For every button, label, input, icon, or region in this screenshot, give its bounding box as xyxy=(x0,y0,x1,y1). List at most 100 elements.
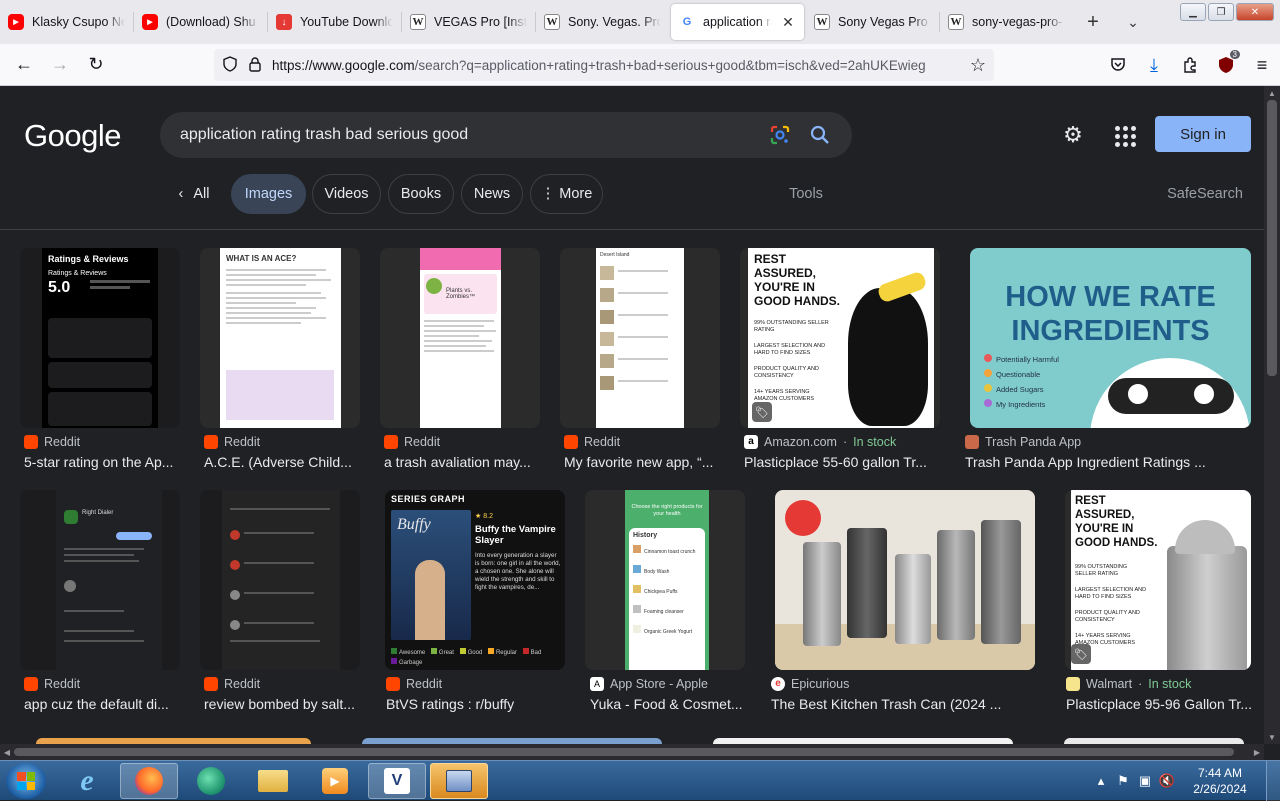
scroll-down-arrow-icon[interactable]: ▼ xyxy=(1264,730,1280,744)
scroll-up-arrow-icon[interactable]: ▲ xyxy=(1264,86,1280,100)
downloads-icon[interactable]: ⤓ xyxy=(1136,47,1172,83)
bookmark-star-icon[interactable]: ☆ xyxy=(970,55,986,76)
vertical-scrollbar[interactable]: ▲ ▼ xyxy=(1264,86,1280,744)
result-image[interactable]: Plants vs. Zombies™ xyxy=(380,248,540,428)
forward-button[interactable]: → xyxy=(42,47,78,83)
lock-icon[interactable] xyxy=(248,56,262,75)
chevron-left-icon: ‹ xyxy=(178,186,184,202)
chip-books[interactable]: Books xyxy=(388,174,454,214)
chip-videos[interactable]: Videos xyxy=(312,174,381,214)
chip-all[interactable]: ‹ All xyxy=(164,174,224,214)
result-image[interactable]: Right Dialer xyxy=(20,490,180,670)
taskbar-vegas-pro[interactable]: V xyxy=(368,763,426,799)
result-image[interactable]: SERIES GRAPH Buffy ★ 8.2 Buffy the Vampi… xyxy=(385,490,565,670)
youtube-icon xyxy=(142,14,158,30)
header-divider xyxy=(0,229,1264,230)
reddit-icon xyxy=(24,435,38,449)
search-box[interactable]: application rating trash bad serious goo… xyxy=(160,112,852,158)
start-button[interactable] xyxy=(6,763,46,799)
price-tag-icon: 🏷 xyxy=(752,402,772,422)
result-image[interactable]: Ratings & Reviews Ratings & Reviews 5.0 xyxy=(20,248,180,428)
search-icon[interactable] xyxy=(808,123,832,147)
tools-button[interactable]: Tools xyxy=(776,174,836,214)
tab-vegas-pro-install[interactable]: W VEGAS Pro [Insta xyxy=(402,0,535,44)
youtube-icon xyxy=(8,14,24,30)
result-image[interactable] xyxy=(775,490,1035,670)
reddit-icon xyxy=(384,435,398,449)
internet-explorer-icon: e xyxy=(80,764,94,797)
horizontal-scroll-thumb[interactable] xyxy=(14,748,1234,756)
google-logo[interactable]: Google xyxy=(24,118,121,154)
chip-news[interactable]: News xyxy=(461,174,523,214)
taskbar-media-player[interactable]: ▶ xyxy=(306,763,364,799)
show-desktop-button[interactable] xyxy=(1266,761,1280,801)
tab-klasky[interactable]: Klasky Csupo Ne xyxy=(0,0,133,44)
result-image[interactable]: WHAT IS AN ACE? xyxy=(200,248,360,428)
epicurious-icon: e xyxy=(771,677,785,691)
windows-taskbar: e ▶ V ▴ ⚑ ▣ 🔇 7:44 AM 2/26/2024 xyxy=(0,760,1280,801)
system-tray: ▴ ⚑ ▣ 🔇 7:44 AM 2/26/2024 xyxy=(1090,761,1280,801)
scroll-right-arrow-icon[interactable]: ▶ xyxy=(1250,744,1264,760)
result-image[interactable]: HOW WE RATE INGREDIENTS Potentially Harm… xyxy=(970,248,1251,428)
result-image[interactable]: Choose the right products for your healt… xyxy=(585,490,745,670)
tab-youtube-downloader[interactable]: YouTube Downlo xyxy=(268,0,401,44)
extensions-icon[interactable] xyxy=(1172,47,1208,83)
result-image[interactable] xyxy=(200,490,360,670)
tab-download-shu[interactable]: (Download) Shu xyxy=(134,0,267,44)
chat-bubble-icon xyxy=(197,767,225,795)
download-app-icon xyxy=(276,14,292,30)
raccoon-illustration xyxy=(1090,358,1250,428)
settings-gear-icon[interactable]: ⚙ xyxy=(1060,122,1086,148)
wikipedia-icon: W xyxy=(410,14,426,30)
ublock-origin-icon[interactable]: 3 xyxy=(1208,47,1244,83)
minimize-button[interactable]: ▁ xyxy=(1180,3,1206,21)
taskbar-internet-explorer[interactable]: e xyxy=(58,763,116,799)
volume-muted-icon[interactable]: 🔇 xyxy=(1156,773,1178,789)
close-tab-icon[interactable]: ✕ xyxy=(780,14,796,31)
taskbar-file-explorer[interactable] xyxy=(244,763,302,799)
ublock-badge-count: 3 xyxy=(1229,50,1240,59)
reddit-icon xyxy=(204,435,218,449)
show-hidden-icons-arrow[interactable]: ▴ xyxy=(1090,773,1112,789)
search-input[interactable]: application rating trash bad serious goo… xyxy=(180,126,768,144)
maximize-button[interactable]: ❐ xyxy=(1208,3,1234,21)
result-image[interactable]: REST ASSURED, YOU'RE IN GOOD HANDS. 99% … xyxy=(740,248,940,428)
tab-sony-vegas-pro-dash[interactable]: Wsony-vegas-pro- xyxy=(940,0,1073,44)
result-image[interactable]: Desert Island xyxy=(560,248,720,428)
taskbar-program-installer[interactable] xyxy=(430,763,488,799)
back-button[interactable]: ← xyxy=(6,47,42,83)
taskbar-chat-app[interactable] xyxy=(182,763,240,799)
vertical-scroll-thumb[interactable] xyxy=(1267,100,1277,376)
url-text: https://www.google.com/search?q=applicat… xyxy=(272,57,926,73)
system-clock[interactable]: 7:44 AM 2/26/2024 xyxy=(1178,765,1262,797)
url-bar[interactable]: https://www.google.com/search?q=applicat… xyxy=(214,49,994,81)
google-icon: G xyxy=(679,14,695,30)
google-apps-icon[interactable] xyxy=(1110,121,1136,147)
chip-more[interactable]: ⋮ More xyxy=(530,174,603,214)
close-window-button[interactable]: ✕ xyxy=(1236,3,1274,21)
sign-in-button[interactable]: Sign in xyxy=(1155,116,1251,152)
wikipedia-icon: W xyxy=(948,14,964,30)
shield-icon[interactable] xyxy=(222,55,238,75)
reddit-icon xyxy=(386,677,400,691)
reload-button[interactable]: ↻ xyxy=(78,47,114,83)
scroll-left-arrow-icon[interactable]: ◀ xyxy=(0,744,14,760)
network-icon[interactable]: ▣ xyxy=(1134,773,1156,789)
reddit-icon xyxy=(204,677,218,691)
chip-images[interactable]: Images xyxy=(231,174,306,214)
wikipedia-icon: W xyxy=(544,14,560,30)
taskbar-firefox[interactable] xyxy=(120,763,178,799)
action-center-flag-icon[interactable]: ⚑ xyxy=(1112,773,1134,789)
menu-hamburger-icon[interactable]: ≡ xyxy=(1244,47,1280,83)
tab-list-chevron-icon[interactable]: ⌄ xyxy=(1113,0,1153,44)
safesearch-button[interactable]: SafeSearch xyxy=(1160,174,1250,214)
tab-sony-vegas-pro[interactable]: W Sony. Vegas. Pro. xyxy=(536,0,669,44)
result-image[interactable]: REST ASSURED, YOU'RE IN GOOD HANDS. 99% … xyxy=(1065,490,1251,670)
walmart-icon xyxy=(1066,677,1080,691)
horizontal-scrollbar[interactable]: ◀ ▶ xyxy=(0,744,1264,760)
new-tab-button[interactable]: + xyxy=(1073,0,1113,44)
tab-sony-vegas-pro-1[interactable]: W Sony Vegas Pro 1 xyxy=(806,0,939,44)
pocket-icon[interactable] xyxy=(1100,47,1136,83)
google-lens-icon[interactable] xyxy=(768,123,792,147)
tab-application-rating[interactable]: Gapplication rat✕ xyxy=(671,4,804,40)
